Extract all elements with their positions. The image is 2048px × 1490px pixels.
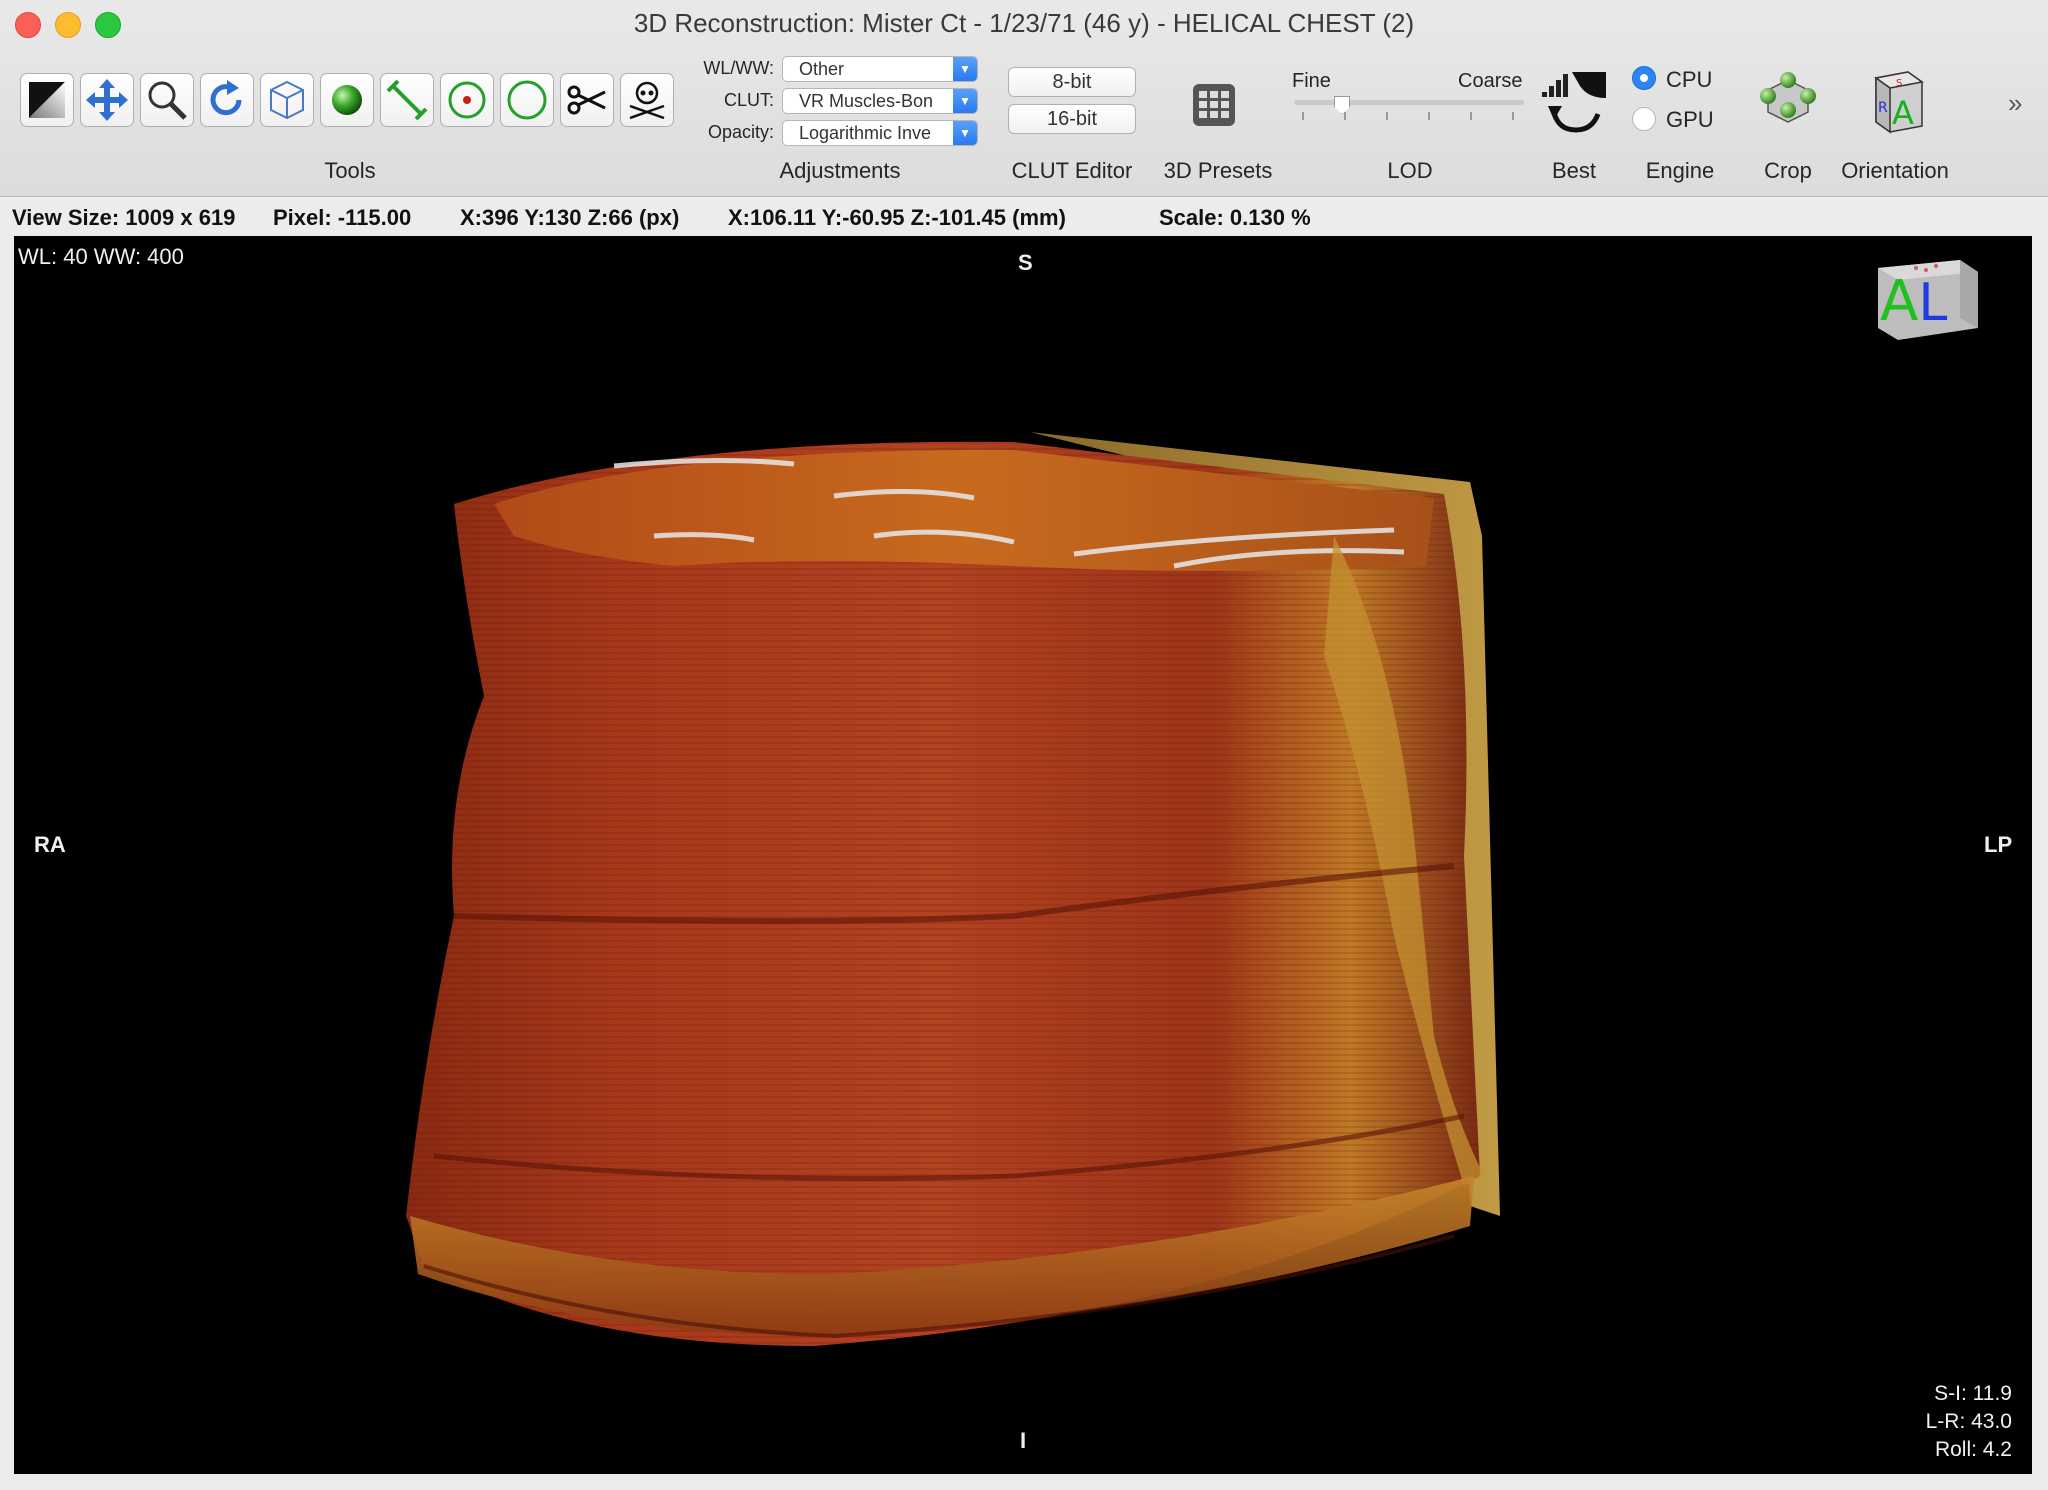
circle-icon [507,80,547,120]
gpu-label: GPU [1666,107,1714,132]
adjustments-group-label: Adjustments [779,158,901,183]
sphere-tool-button[interactable] [320,73,374,127]
lod-fine-label: Fine [1292,70,1331,92]
green-sphere-icon [332,85,362,115]
lod-group-label: LOD [1387,158,1433,183]
point-tool-button[interactable] [440,73,494,127]
slider-tick [1302,112,1304,120]
opacity-select[interactable]: Logarithmic Inve ▼ [782,120,978,146]
orientation-right-label: LP [1984,832,2013,857]
rotate-icon [210,80,242,116]
contrast-icon [29,82,65,118]
opacity-label: Opacity: [707,122,774,142]
move-arrows-icon [86,79,128,121]
wl-ww-overlay: WL: 40 WW: 400 [18,244,184,269]
best-button[interactable] [1540,68,1610,134]
3d-presets-group-label: 3D Presets [1163,158,1273,183]
grid-icon [1193,84,1235,126]
chevron-down-icon: ▼ [953,57,977,81]
orientation-top-label: S [1018,250,1033,275]
point-target-icon [448,81,486,119]
window-title: 3D Reconstruction: Mister Ct - 1/23/71 (… [633,8,1415,38]
clut-editor-group-label: CLUT Editor [1011,158,1133,183]
skull-crossbones-icon [629,81,665,120]
chevron-down-icon: ▼ [953,89,977,113]
engine-group-label: Engine [1645,158,1715,183]
title-toolbar: 3D Reconstruction: Mister Ct - 1/23/71 (… [0,0,2048,197]
orientation-group-label: Orientation [1841,158,1949,183]
cpu-radio[interactable] [1632,66,1656,90]
cube-letters: AL [1880,269,1948,334]
lod-coarse-label: Coarse [1458,70,1523,92]
measure-line-icon [386,79,428,121]
mm-coords-text: X:106.11 Y:-60.95 Z:-101.45 (mm) [728,205,1066,230]
pixel-value-text: Pixel: -115.00 [273,205,412,230]
zoom-tool-button[interactable] [140,73,194,127]
scissors-icon [567,85,606,115]
slider-tick [1512,112,1514,120]
16bit-button[interactable]: 16-bit [1008,104,1136,134]
opacity-value: Logarithmic Inve [799,123,932,143]
toolbar-overflow-button[interactable]: » [2008,88,2022,119]
orientation-button[interactable]: ARS [1862,68,1928,134]
3d-render-viewport[interactable]: WL: 40 WW: 400 S I RA LP AL S-I: 11.9 L-… [14,236,2032,1474]
move-tool-button[interactable] [80,73,134,127]
clut-select[interactable]: VR Muscles-Bon ▼ [782,88,978,114]
crop-group-label: Crop [1764,158,1812,183]
slider-tick [1470,112,1472,120]
gpu-radio[interactable] [1632,107,1656,131]
cpu-label: CPU [1666,67,1713,92]
roll-angle-text: Roll: 4.2 [1934,1438,2012,1461]
tools-group-label: Tools [324,158,376,183]
clut-label: CLUT: [723,90,774,110]
chevron-down-icon: ▼ [953,121,977,145]
orientation-left-label: RA [34,832,66,857]
orientation-cube: AL [1876,254,1980,346]
cube-icon [270,80,304,120]
best-quality-icon [1542,72,1606,133]
wlww-select[interactable]: Other ▼ [782,56,978,82]
orientation-cube-icon: ARS [1874,71,1924,134]
rotate-tool-button[interactable] [200,73,254,127]
svg-text:A: A [1892,94,1914,132]
clut-value: VR Muscles-Bon [799,91,934,111]
oval-tool-button[interactable] [500,73,554,127]
best-group-label: Best [1551,158,1597,183]
scissors-tool-button[interactable] [560,73,614,127]
main-window: 3D Reconstruction: Mister Ct - 1/23/71 (… [0,0,2048,1490]
svg-text:R: R [1878,100,1888,116]
lod-slider-track[interactable] [1294,100,1524,105]
scale-text: Scale: 0.130 % [1159,205,1311,230]
length-tool-button[interactable] [380,73,434,127]
slider-tick [1428,112,1430,120]
orientation-bottom-label: I [1020,1428,1027,1453]
view-size-text: View Size: 1009 x 619 [12,205,236,230]
8bit-button[interactable]: 8-bit [1008,67,1136,97]
svg-text:S: S [1896,78,1902,89]
magnifier-icon [148,81,187,120]
slider-tick [1344,112,1346,120]
crop-button[interactable] [1758,70,1818,130]
wlww-label: WL/WW: [703,58,774,78]
slider-tick [1386,112,1388,120]
wl-ww-tool-button[interactable] [20,73,74,127]
pixel-coords-text: X:396 Y:130 Z:66 (px) [460,205,680,230]
crop-cube-icon [1760,72,1816,123]
3d-presets-button[interactable] [1192,83,1236,127]
volume-rendering [406,432,1500,1346]
wlww-value: Other [799,59,845,79]
si-angle-text: S-I: 11.9 [1934,1382,2012,1405]
3d-rotate-tool-button[interactable] [260,73,314,127]
lr-angle-text: L-R: 43.0 [1925,1410,2012,1433]
lod-slider-thumb[interactable] [1334,96,1350,114]
